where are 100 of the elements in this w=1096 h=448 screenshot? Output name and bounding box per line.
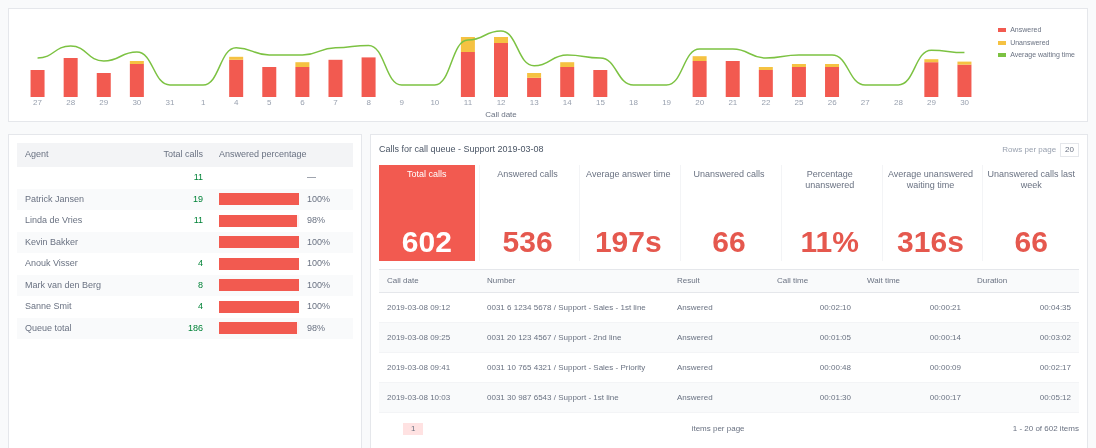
answered-bar xyxy=(527,77,542,97)
answered-bar xyxy=(328,59,343,97)
answered-bar xyxy=(957,64,972,97)
column-header: Total calls xyxy=(162,148,204,162)
agent-name: Anouk Visser xyxy=(24,257,79,270)
axis-label: 4 xyxy=(233,97,240,109)
rows-label: Rows per page xyxy=(1002,144,1057,156)
percentage-value: 100% xyxy=(307,235,331,249)
table-cell-text: Answered xyxy=(676,362,714,373)
column-header[interactable]: Call time xyxy=(769,275,859,287)
axis-title: Call date xyxy=(484,109,518,121)
axis-label: 7 xyxy=(332,97,339,109)
percentage-value: 98% xyxy=(307,214,325,227)
pager-summary: 1 - 20 of 602 items xyxy=(1012,423,1079,435)
table-cell-text: 00:02:17 xyxy=(1038,362,1072,373)
agent-name: Kevin Bakker xyxy=(24,235,80,249)
rows-select[interactable]: 20 xyxy=(1060,143,1079,157)
answered-bar xyxy=(924,62,939,97)
unanswered-bar xyxy=(758,67,773,70)
table-cell-text: 00:00:17 xyxy=(928,392,962,403)
table-cell-text: 0031 30 987 6543 / Support - 1st line xyxy=(486,392,620,403)
table-cell-text: 0031 6 1234 5678 / Support - Sales - 1st line xyxy=(486,302,647,313)
unanswered-bar xyxy=(791,64,806,67)
table-cell-text: 00:01:05 xyxy=(818,332,852,343)
agent-name: Linda de Vries xyxy=(24,214,84,227)
axis-label: 8 xyxy=(365,97,372,109)
answered-bar xyxy=(725,61,740,97)
axis-label: 27 xyxy=(32,97,43,109)
table-cell-text: 00:05:12 xyxy=(1038,392,1072,403)
axis-label: 12 xyxy=(495,97,507,109)
call-count: 8 xyxy=(197,278,204,292)
table-cell-text: 00:00:21 xyxy=(928,302,962,313)
column-header[interactable]: Call date xyxy=(379,275,479,287)
axis-label: 5 xyxy=(266,97,273,109)
answered-bar xyxy=(361,57,376,97)
unanswered-bar xyxy=(494,37,508,43)
column-header[interactable]: Number xyxy=(479,275,669,287)
axis-label: 13 xyxy=(528,97,540,109)
axis-label: 31 xyxy=(164,97,176,109)
unanswered-bar xyxy=(692,56,707,61)
table-cell-text: Answered xyxy=(676,332,714,343)
axis-label: 26 xyxy=(826,97,838,109)
panel-title: Calls for call queue - Support 2019-03-08 xyxy=(379,143,544,157)
call-count: 4 xyxy=(197,300,204,313)
agent-name: Mark van den Berg xyxy=(24,278,103,292)
kpi-tile[interactable]: Total calls 602 xyxy=(379,165,475,261)
unanswered-bar xyxy=(229,56,244,60)
page-number[interactable]: 1 xyxy=(403,423,424,435)
call-count: 11 xyxy=(192,214,204,227)
answered-bar xyxy=(63,58,78,97)
axis-label: 10 xyxy=(429,97,441,109)
agent-name: Sanne Smit xyxy=(24,300,73,313)
answered-bar xyxy=(593,70,608,97)
call-count: 186 xyxy=(186,321,204,335)
axis-label: 18 xyxy=(628,97,639,109)
column-header: Agent xyxy=(24,148,50,162)
axis-label: 28 xyxy=(65,97,77,109)
unanswered-bar xyxy=(825,64,840,67)
answered-bar xyxy=(30,70,45,97)
unanswered-bar xyxy=(295,62,310,67)
axis-label: 6 xyxy=(299,97,306,109)
column-header[interactable]: Wait time xyxy=(859,275,969,287)
answered-bar xyxy=(295,67,310,97)
percentage-value: 100% xyxy=(307,300,331,313)
table-cell-text: 0031 20 123 4567 / Support - 2nd line xyxy=(486,332,623,343)
axis-label: 29 xyxy=(926,97,937,109)
axis-label: 20 xyxy=(694,97,706,109)
answered-bar xyxy=(262,67,277,97)
answered-bar xyxy=(560,67,575,97)
table-cell-text: 2019-03-08 09:25 xyxy=(386,332,452,343)
column-header[interactable]: Duration xyxy=(969,275,1079,287)
table-cell-text: 2019-03-08 10:03 xyxy=(386,392,452,403)
page-size-label: items per page xyxy=(691,423,745,435)
axis-label: 1 xyxy=(199,97,207,109)
unanswered-bar xyxy=(527,73,542,78)
answered-bar xyxy=(825,67,840,97)
axis-label: 15 xyxy=(594,97,606,109)
axis-label: 30 xyxy=(131,97,143,109)
answered-bar xyxy=(96,73,111,97)
axis-label: 9 xyxy=(398,97,405,109)
answered-bar xyxy=(494,43,508,97)
unanswered-bar xyxy=(129,61,144,64)
table-cell-text: 2019-03-08 09:41 xyxy=(386,362,452,373)
axis-label: 11 xyxy=(462,97,474,109)
table-cell-text: 00:02:10 xyxy=(818,302,852,313)
unanswered-bar xyxy=(560,62,575,67)
table-cell-text: 00:03:02 xyxy=(1038,332,1072,343)
call-count: 11 xyxy=(192,171,204,184)
unanswered-bar xyxy=(957,61,972,65)
column-header[interactable]: Result xyxy=(669,275,769,287)
axis-label: 14 xyxy=(561,97,573,109)
percentage-value: 100% xyxy=(307,192,331,206)
axis-label: 28 xyxy=(892,97,904,109)
column-header: Answered percentage xyxy=(218,148,308,162)
call-count: 19 xyxy=(192,192,204,206)
percentage-value: 98% xyxy=(307,321,325,335)
answered-bar xyxy=(229,59,244,97)
table-cell-text: 00:00:48 xyxy=(818,362,852,373)
axis-label: 29 xyxy=(98,97,110,109)
table-cell-text: 0031 10 765 4321 / Support - Sales - Priority xyxy=(486,362,647,373)
